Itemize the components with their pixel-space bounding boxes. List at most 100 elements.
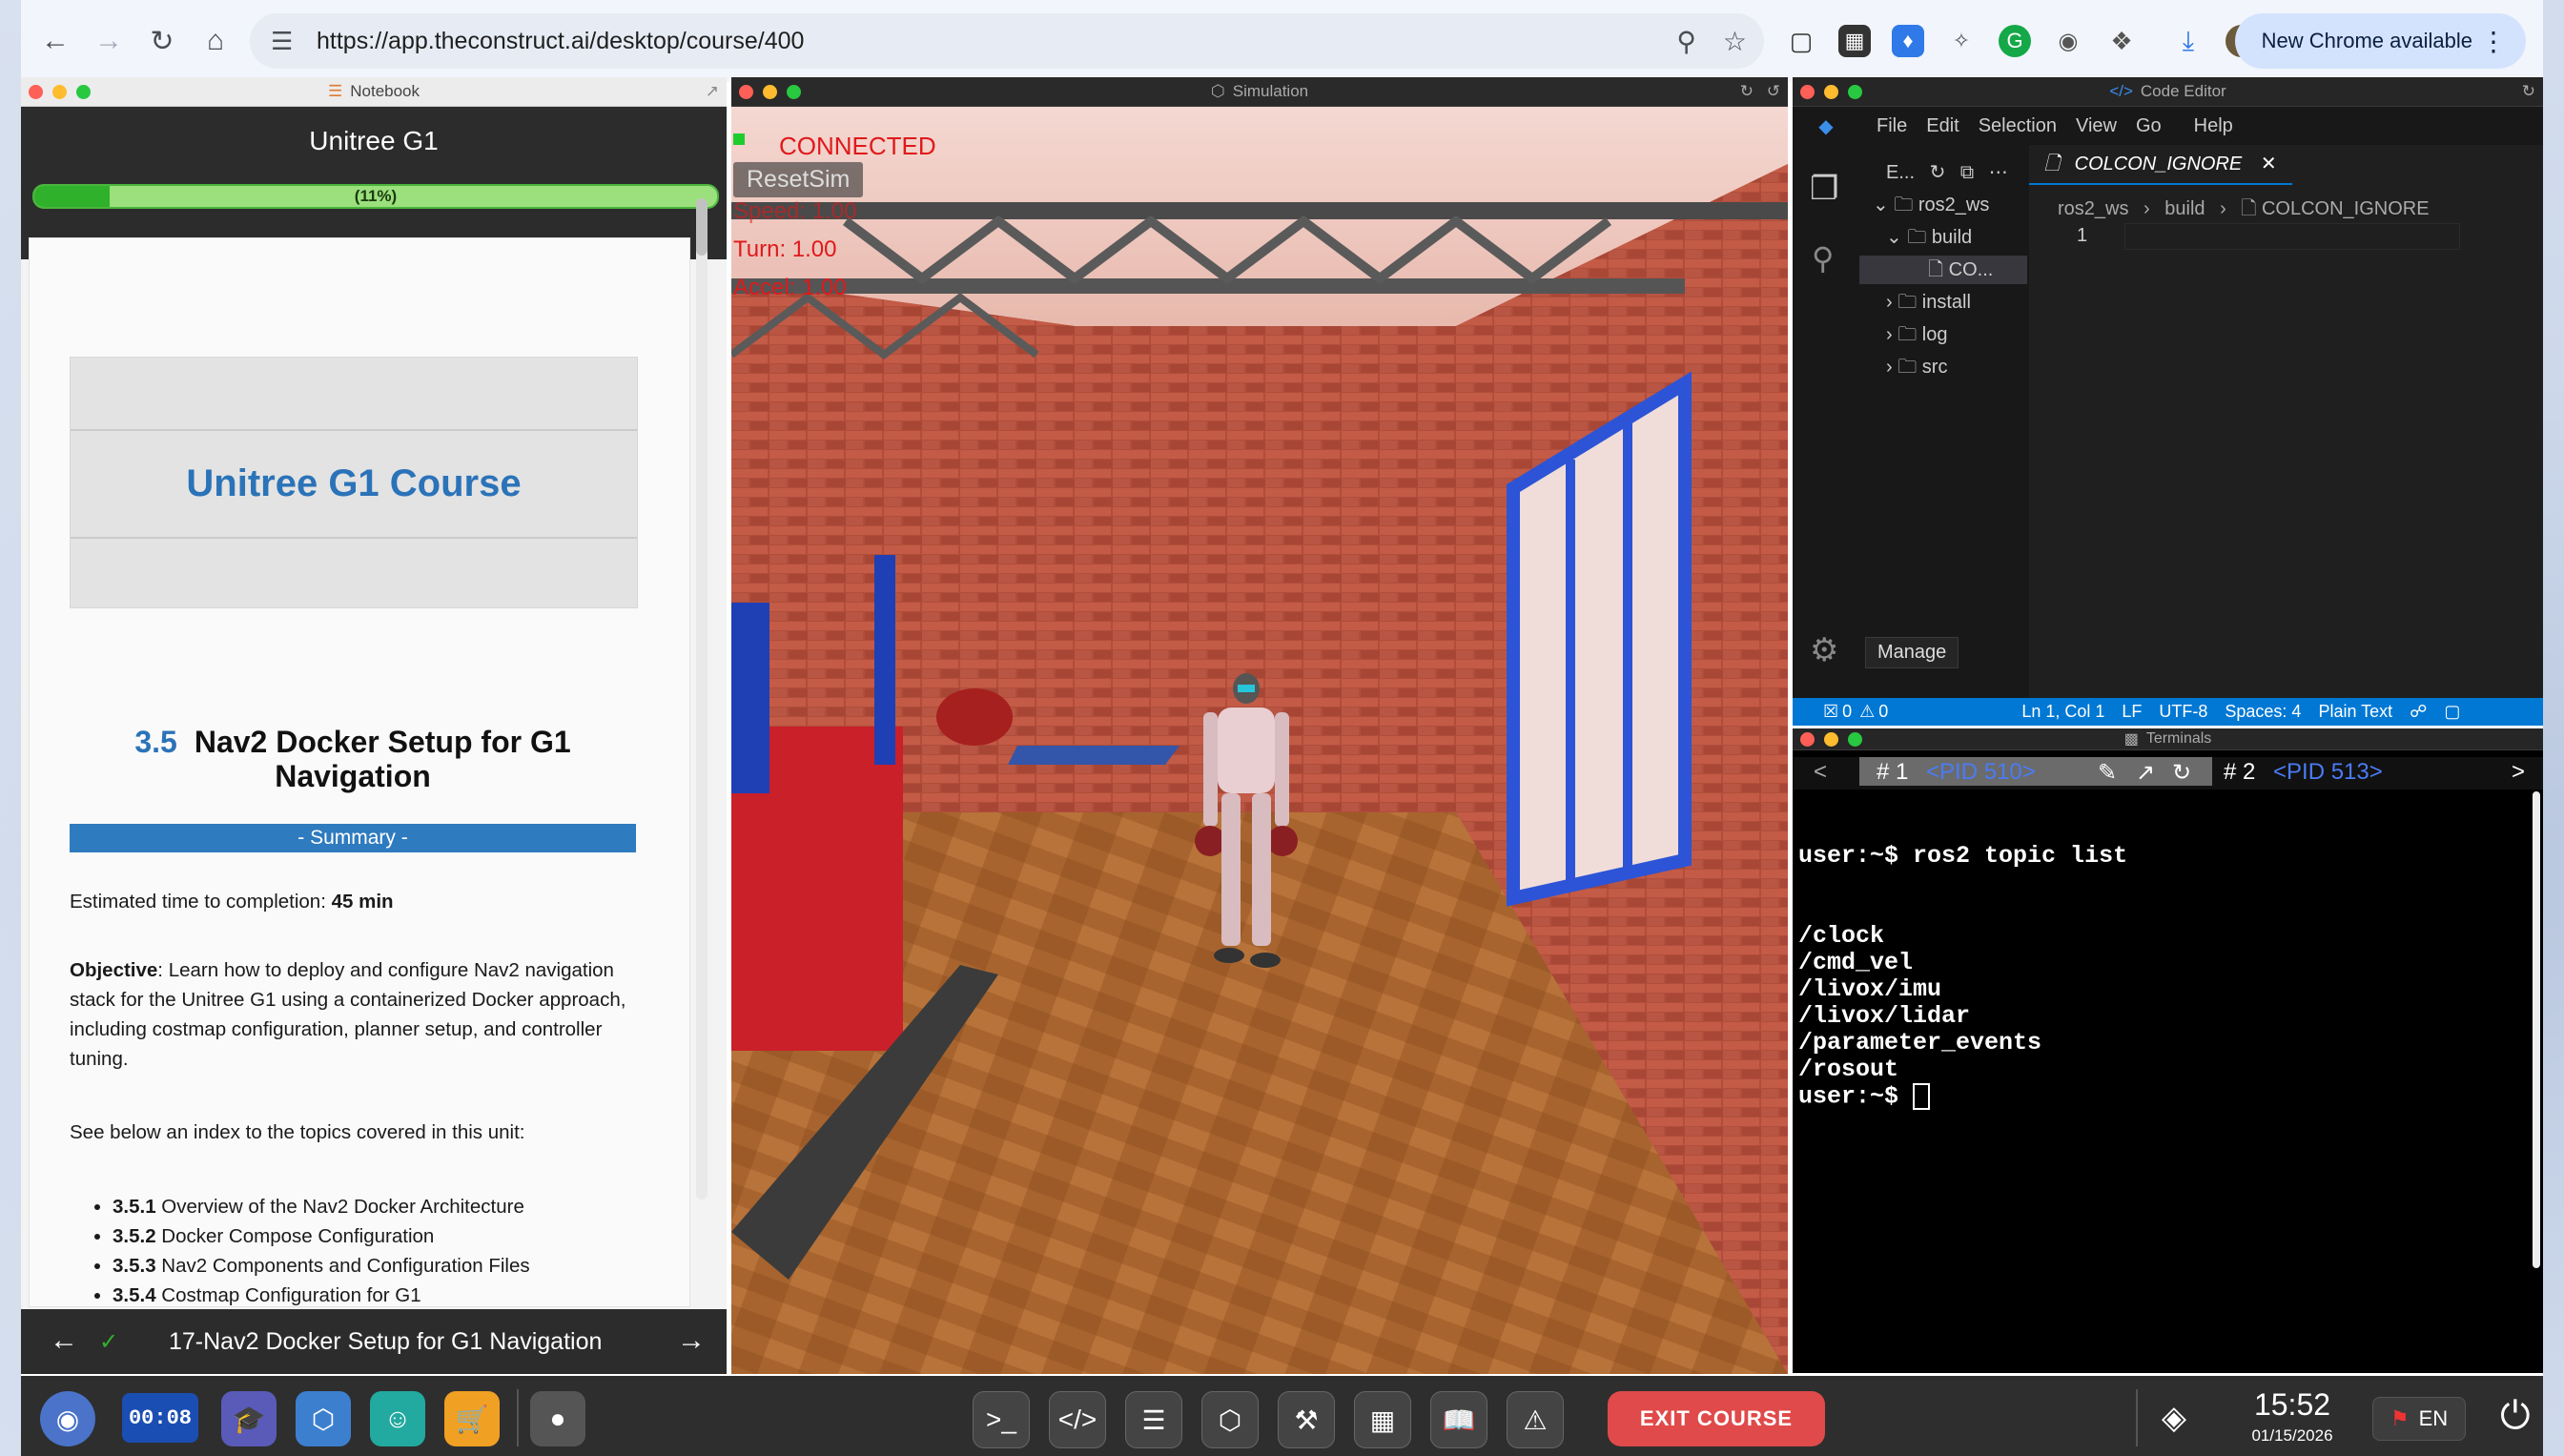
terminal-tab-1[interactable]: # 1 <PID 510> ✎ ↗ ↻: [1859, 757, 2212, 786]
minimize-dot[interactable]: [52, 85, 67, 99]
cursor-position[interactable]: Ln 1, Col 1: [2021, 702, 2104, 722]
code-editor-dock-icon[interactable]: </>: [1049, 1391, 1106, 1448]
popout-icon[interactable]: ↗: [706, 82, 719, 101]
more-actions-icon[interactable]: ⋯: [1989, 162, 2008, 183]
menu-edit[interactable]: Edit: [1926, 115, 1959, 137]
community-icon[interactable]: ●: [530, 1391, 585, 1446]
eol-indicator[interactable]: LF: [2122, 702, 2142, 722]
indent-indicator[interactable]: Spaces: 4: [2225, 702, 2301, 722]
settings-gear-icon[interactable]: ⚙: [1810, 631, 1838, 669]
reload-icon[interactable]: ↻: [2522, 82, 2535, 101]
menu-view[interactable]: View: [2076, 115, 2117, 137]
menu-go[interactable]: Go: [2136, 115, 2162, 137]
errors-icon[interactable]: ☒: [1823, 702, 1838, 722]
topic-item[interactable]: 3.5.2 Docker Compose Configuration: [113, 1221, 679, 1251]
close-tab-icon[interactable]: ✕: [2261, 154, 2277, 174]
more-menu-icon[interactable]: ⋮: [2480, 26, 2507, 57]
exit-course-button[interactable]: EXIT COURSE: [1608, 1391, 1825, 1446]
layout-dock-icon[interactable]: ▦: [1354, 1391, 1411, 1448]
camera-icon[interactable]: ◉: [2052, 25, 2084, 57]
language-selector[interactable]: ⚑ EN: [2372, 1397, 2466, 1441]
explorer-icon[interactable]: ❐: [1810, 170, 1838, 208]
puzzle-extensions-icon[interactable]: ❖: [2105, 25, 2138, 57]
maximize-dot[interactable]: [787, 85, 801, 99]
terminal-dock-icon[interactable]: >_: [973, 1391, 1030, 1448]
prev-arrow-icon[interactable]: ←: [50, 1324, 78, 1357]
language-mode[interactable]: Plain Text: [2318, 702, 2392, 722]
tools-dock-icon[interactable]: ⚒: [1278, 1391, 1335, 1448]
refresh-icon[interactable]: ↻: [1740, 82, 1754, 101]
tree-item-src[interactable]: › 🗀 src: [1886, 353, 1947, 381]
refresh-explorer-icon[interactable]: ↻: [1930, 162, 1946, 183]
notebook-scrollbar[interactable]: [696, 198, 708, 1200]
power-icon[interactable]: ⏻: [2500, 1395, 2531, 1438]
chrome-update-button[interactable]: New Chrome available ⋮: [2234, 13, 2526, 69]
close-dot[interactable]: [1800, 85, 1815, 99]
close-dot[interactable]: [29, 85, 43, 99]
construct-logo-icon[interactable]: ◉: [40, 1391, 95, 1446]
address-bar[interactable]: ☰ https://app.theconstruct.ai/desktop/co…: [250, 13, 1764, 69]
site-settings-icon[interactable]: ☰: [271, 27, 309, 56]
warnings-icon[interactable]: ⚠: [1859, 702, 1875, 722]
menu-help[interactable]: Help: [2194, 115, 2233, 137]
rename-tab-icon[interactable]: ✎: [2098, 759, 2117, 787]
terminal-output[interactable]: user:~$ ros2 topic list /clock/cmd_vel/l…: [1798, 790, 2504, 1111]
password-key-icon[interactable]: ⚲: [1676, 26, 1696, 57]
screenshot-icon[interactable]: ▢: [1785, 25, 1817, 57]
tree-item-colcon-ignore[interactable]: 🗋 CO...: [1859, 256, 2027, 284]
topic-item[interactable]: 3.5.1 Overview of the Nav2 Docker Archit…: [113, 1192, 679, 1221]
notifications-bell-icon[interactable]: ☍: [2410, 702, 2427, 722]
terminal-tab-2[interactable]: # 2 <PID 513>: [2220, 757, 2449, 786]
scrollbar-thumb[interactable]: [696, 198, 708, 256]
tree-item-install[interactable]: › 🗀 install: [1886, 288, 1971, 317]
minimize-dot[interactable]: [1824, 85, 1838, 99]
minimize-dot[interactable]: [1824, 732, 1838, 747]
editor-area[interactable]: 🗋 COLCON_IGNORE ✕ ros2_ws › build › 🗋 CO…: [2029, 145, 2543, 698]
ai-assistant-icon[interactable]: ☺: [370, 1391, 425, 1446]
help-icon[interactable]: ◈: [2149, 1393, 2199, 1443]
book-dock-icon[interactable]: 📖: [1430, 1391, 1487, 1448]
layout-icon[interactable]: ▢: [2444, 702, 2460, 722]
lesson-selector[interactable]: 17-Nav2 Docker Setup for G1 Navigation: [169, 1328, 602, 1356]
simulation-viewport[interactable]: CONNECTED ResetSim Speed: 1.00 Turn: 1.0…: [731, 107, 1788, 1374]
tabs-right-icon[interactable]: >: [2512, 759, 2525, 786]
editor-tab[interactable]: 🗋 COLCON_IGNORE ✕: [2029, 145, 2292, 185]
maximize-dot[interactable]: [1848, 85, 1862, 99]
forward-icon[interactable]: →: [82, 14, 135, 68]
prompt-line[interactable]: user:~$: [1798, 1083, 2504, 1111]
notebook-dock-icon[interactable]: ☰: [1125, 1391, 1182, 1448]
courses-icon[interactable]: 🎓: [221, 1391, 277, 1446]
maximize-dot[interactable]: [76, 85, 91, 99]
minimize-dot[interactable]: [763, 85, 777, 99]
topic-item[interactable]: 3.5.4 Costmap Configuration for G1: [113, 1281, 679, 1306]
alert-dock-icon[interactable]: ⚠: [1507, 1391, 1564, 1448]
tree-item-build[interactable]: ⌄ 🗀 build: [1886, 223, 1972, 252]
terminal-scrollbar[interactable]: [2533, 791, 2540, 1268]
download-icon[interactable]: ⤓: [2172, 25, 2205, 57]
menu-file[interactable]: File: [1877, 115, 1907, 137]
summary-bar[interactable]: - Summary -: [70, 824, 636, 852]
back-icon[interactable]: ←: [29, 14, 82, 68]
reset-sim-button[interactable]: ResetSim: [733, 162, 864, 197]
restart-tab-icon[interactable]: ↻: [2172, 759, 2191, 787]
encoding-indicator[interactable]: UTF-8: [2159, 702, 2207, 722]
tabs-left-icon[interactable]: <: [1814, 759, 1827, 786]
reload-icon[interactable]: ↻: [135, 14, 189, 68]
tag-extension-icon[interactable]: ♦: [1892, 25, 1924, 57]
tree-item-log[interactable]: › 🗀 log: [1886, 320, 1947, 349]
tree-item-ros2-ws[interactable]: ⌄ 🗀 ros2_ws: [1873, 191, 1989, 219]
eraser-extension-icon[interactable]: ✧: [1945, 25, 1978, 57]
projects-icon[interactable]: ⬡: [296, 1391, 351, 1446]
search-icon[interactable]: ⚲: [1812, 240, 1834, 277]
menu-selection[interactable]: Selection: [1979, 115, 2057, 137]
popout-tab-icon[interactable]: ↗: [2136, 759, 2155, 787]
reset-view-icon[interactable]: ↺: [1767, 82, 1780, 101]
grammarly-icon[interactable]: G: [1999, 25, 2031, 57]
close-dot[interactable]: [1800, 732, 1815, 747]
topic-item[interactable]: 3.5.3 Nav2 Components and Configuration …: [113, 1251, 679, 1281]
maximize-dot[interactable]: [1848, 732, 1862, 747]
url-text[interactable]: https://app.theconstruct.ai/desktop/cour…: [317, 28, 804, 55]
shop-cart-icon[interactable]: 🛒: [444, 1391, 500, 1446]
close-dot[interactable]: [739, 85, 753, 99]
tab-manager-icon[interactable]: ▦: [1838, 25, 1871, 57]
